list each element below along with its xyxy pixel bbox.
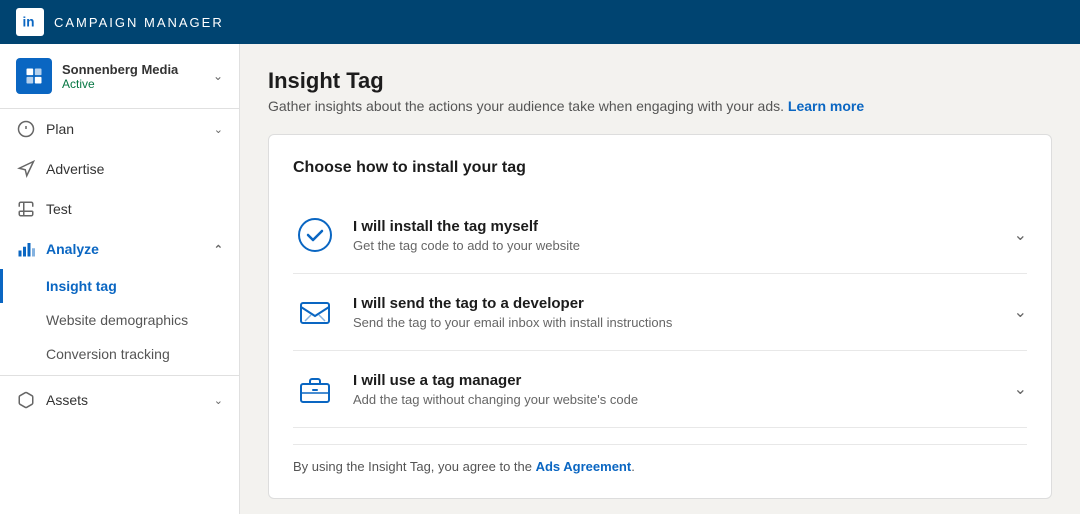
analyze-icon <box>16 240 36 258</box>
advertise-label: Advertise <box>46 161 223 177</box>
install-options-card: Choose how to install your tag I will in… <box>268 134 1052 499</box>
account-info: Sonnenberg Media Active <box>62 62 213 91</box>
main-content: Insight Tag Gather insights about the ac… <box>240 44 1080 514</box>
plan-chevron-icon: ⌄ <box>214 123 223 136</box>
email-icon <box>293 290 337 334</box>
analyze-label: Analyze <box>46 241 214 257</box>
option-send-developer[interactable]: I will send the tag to a developer Send … <box>293 274 1027 351</box>
linkedin-icon: in <box>16 8 44 36</box>
option-send-developer-chevron-icon: ⌄ <box>1014 302 1027 322</box>
briefcase-icon <box>293 367 337 411</box>
assets-icon <box>16 391 36 409</box>
account-status: Active <box>62 77 213 91</box>
sidebar-subitem-insight-tag[interactable]: Insight tag <box>0 269 239 303</box>
insight-tag-label: Insight tag <box>46 278 117 294</box>
account-avatar <box>16 58 52 94</box>
assets-chevron-icon: ⌄ <box>214 394 223 407</box>
sidebar-item-plan[interactable]: Plan ⌄ <box>0 109 239 149</box>
top-navigation: in CAMPAIGN MANAGER <box>0 0 1080 44</box>
option-send-developer-desc: Send the tag to your email inbox with in… <box>353 315 1002 330</box>
sidebar-subitem-conversion-tracking[interactable]: Conversion tracking <box>0 337 239 371</box>
option-tag-manager-desc: Add the tag without changing your websit… <box>353 392 1002 407</box>
learn-more-link[interactable]: Learn more <box>788 98 864 114</box>
option-tag-manager-text: I will use a tag manager Add the tag wit… <box>353 372 1002 407</box>
test-label: Test <box>46 201 223 217</box>
page-title: Insight Tag <box>268 68 1052 94</box>
card-title: Choose how to install your tag <box>293 159 1027 177</box>
test-icon <box>16 200 36 218</box>
option-install-myself[interactable]: I will install the tag myself Get the ta… <box>293 197 1027 274</box>
sidebar-item-advertise[interactable]: Advertise <box>0 149 239 189</box>
option-tag-manager[interactable]: I will use a tag manager Add the tag wit… <box>293 351 1027 428</box>
assets-label: Assets <box>46 392 214 408</box>
option-send-developer-text: I will send the tag to a developer Send … <box>353 295 1002 330</box>
sidebar-item-analyze[interactable]: Analyze ⌃ <box>0 229 239 269</box>
advertise-icon <box>16 160 36 178</box>
logo[interactable]: in CAMPAIGN MANAGER <box>16 8 224 36</box>
sidebar-divider <box>0 375 239 376</box>
svg-text:in: in <box>23 15 35 30</box>
plan-label: Plan <box>46 121 214 137</box>
option-install-myself-text: I will install the tag myself Get the ta… <box>353 218 1002 253</box>
conversion-tracking-label: Conversion tracking <box>46 346 170 362</box>
option-install-myself-title: I will install the tag myself <box>353 218 1002 235</box>
sidebar-subitem-website-demographics[interactable]: Website demographics <box>0 303 239 337</box>
sidebar: Sonnenberg Media Active ⌄ Plan ⌄ <box>0 44 240 514</box>
website-demographics-label: Website demographics <box>46 312 188 328</box>
analyze-chevron-icon: ⌃ <box>214 243 223 256</box>
sidebar-item-assets[interactable]: Assets ⌄ <box>0 380 239 420</box>
page-subtitle: Gather insights about the actions your a… <box>268 98 1052 114</box>
account-selector[interactable]: Sonnenberg Media Active ⌄ <box>0 44 239 109</box>
option-tag-manager-title: I will use a tag manager <box>353 372 1002 389</box>
option-tag-manager-chevron-icon: ⌄ <box>1014 379 1027 399</box>
option-install-myself-desc: Get the tag code to add to your website <box>353 238 1002 253</box>
check-circle-icon <box>293 213 337 257</box>
account-chevron-icon: ⌄ <box>213 69 223 83</box>
sidebar-item-test[interactable]: Test <box>0 189 239 229</box>
account-name: Sonnenberg Media <box>62 62 213 77</box>
option-install-myself-chevron-icon: ⌄ <box>1014 225 1027 245</box>
plan-icon <box>16 120 36 138</box>
card-footer: By using the Insight Tag, you agree to t… <box>293 444 1027 474</box>
page-header: Insight Tag Gather insights about the ac… <box>268 68 1052 114</box>
footer-text: By using the Insight Tag, you agree to t… <box>293 459 536 474</box>
ads-agreement-link[interactable]: Ads Agreement <box>536 459 632 474</box>
option-send-developer-title: I will send the tag to a developer <box>353 295 1002 312</box>
main-layout: Sonnenberg Media Active ⌄ Plan ⌄ <box>0 44 1080 514</box>
footer-end: . <box>631 459 635 474</box>
app-title: CAMPAIGN MANAGER <box>54 15 224 30</box>
